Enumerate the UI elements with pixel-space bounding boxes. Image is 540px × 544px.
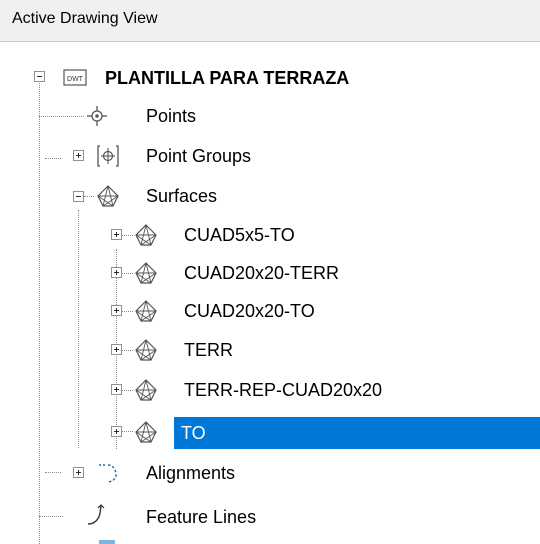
surface-icon [135,224,157,246]
surface-item-label: TO [181,423,206,443]
collapse-toggle-surfaces[interactable] [73,191,84,202]
expand-toggle-surface[interactable] [111,344,122,355]
surface-icon [97,185,119,207]
surface-item-label: CUAD20x20-TO [184,301,315,321]
surface-item[interactable]: CUAD20x20-TO [0,293,540,333]
tree-item-label: Feature Lines [146,507,257,527]
alignment-icon [99,464,117,483]
expand-toggle-surface[interactable] [111,305,122,316]
surface-item[interactable]: CUAD5x5-TO [0,217,540,257]
points-icon [87,106,107,126]
surface-item-label: CUAD20x20-TERR [184,263,340,283]
surface-item-label: TERR-REP-CUAD20x20 [184,380,383,400]
tree-item-surfaces[interactable]: Surfaces [0,178,540,218]
surface-icon [135,379,157,401]
surface-icon [135,262,157,284]
prospector-tree: DWT PLANTILLA PARA TERRAZA Points Point … [0,42,540,544]
tree-item-label: PLANTILLA PARA TERRAZA [105,68,350,88]
panel-title: Active Drawing View [12,10,158,27]
tree-item-feature-lines[interactable]: Feature Lines [0,499,540,539]
tree-item-points[interactable]: Points [0,98,540,138]
point-groups-icon [97,145,119,167]
tree-item-label: Surfaces [146,186,218,206]
dwt-file-icon: DWT [63,69,87,86]
tree-item-root[interactable]: DWT PLANTILLA PARA TERRAZA [0,58,540,98]
surface-item[interactable]: TERR [0,332,540,372]
svg-text:DWT: DWT [67,76,84,83]
tree-item-label: Points [146,106,197,126]
expand-toggle-surface[interactable] [111,384,122,395]
expand-toggle-surface[interactable] [111,267,122,278]
partial-tree-icon [99,540,115,544]
expand-toggle-surface[interactable] [111,426,122,437]
collapse-toggle-root[interactable] [34,71,45,82]
surface-item-label: CUAD5x5-TO [184,225,295,245]
surface-item-selected[interactable]: TO [0,413,540,453]
surface-item-label: TERR [184,340,233,360]
feature-line-icon [87,504,105,525]
surface-icon [135,339,157,361]
tree-item-point-groups[interactable]: Point Groups [0,138,540,178]
expand-toggle-point-groups[interactable] [73,150,84,161]
selection-highlight [174,417,540,449]
expand-toggle-surface[interactable] [111,229,122,240]
tree-item-label: Alignments [146,463,236,483]
surface-icon [135,300,157,322]
tree-item-alignments[interactable]: Alignments [0,455,540,495]
surface-item[interactable]: CUAD20x20-TERR [0,255,540,295]
surface-item[interactable]: TERR-REP-CUAD20x20 [0,372,540,412]
surface-icon [135,421,157,443]
tree-item-label: Point Groups [146,146,252,166]
expand-toggle-alignments[interactable] [73,467,84,478]
panel-header: Active Drawing View [0,0,540,42]
